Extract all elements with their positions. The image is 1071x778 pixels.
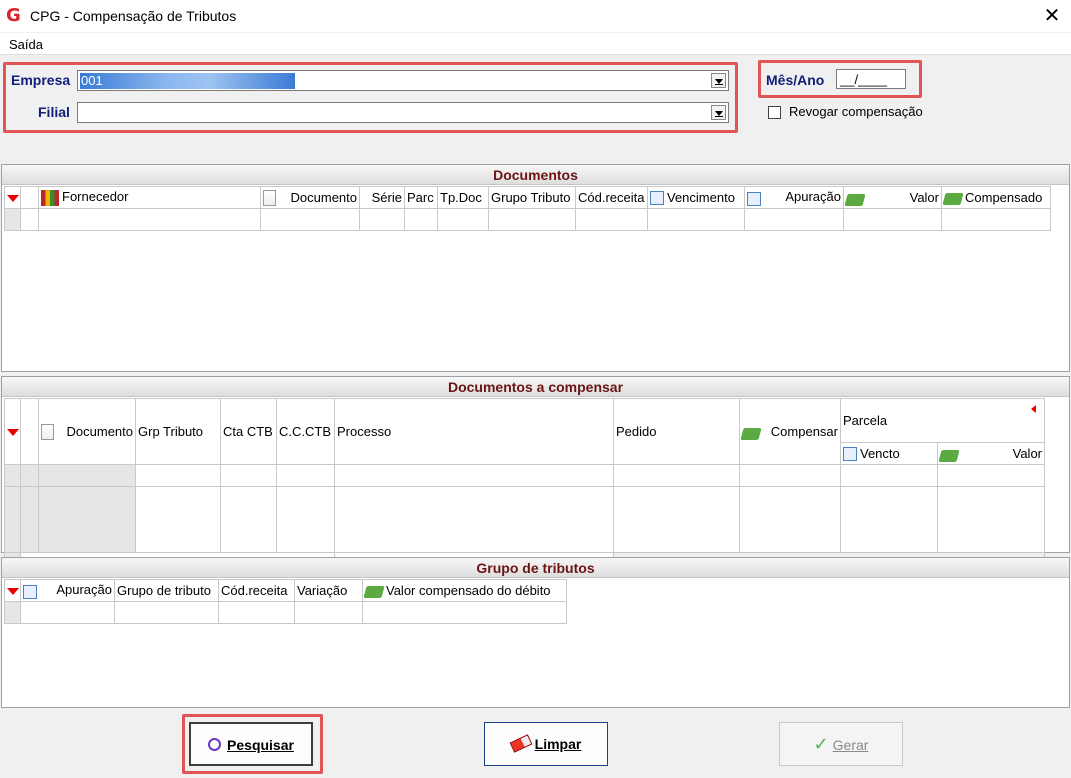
sort-triangle-icon[interactable] <box>4 579 21 602</box>
filial-label: Filial <box>38 104 70 120</box>
col-serie[interactable]: Série <box>359 186 405 209</box>
limpar-button[interactable]: Limpar <box>484 722 608 766</box>
grupo-panel: Grupo de tributos Apuração Grupo de trib… <box>1 557 1070 708</box>
money-icon <box>363 585 385 598</box>
col-tpdoc[interactable]: Tp.Doc <box>437 186 489 209</box>
grupo-grid: Apuração Grupo de tributo Cód.receita Va… <box>4 579 567 624</box>
col-apuracao[interactable]: Apuração <box>744 186 844 209</box>
col-processo[interactable]: Processo <box>334 398 614 465</box>
money-icon <box>844 193 866 206</box>
compensar-panel: Documentos a compensar Documento Grp Tri… <box>1 376 1070 575</box>
col-pedido[interactable]: Pedido <box>613 398 740 465</box>
col-grp-tributo[interactable]: Grp Tributo <box>135 398 221 465</box>
col-grupo-tributo[interactable]: Grupo Tributo <box>488 186 576 209</box>
empresa-select[interactable]: 001 <box>77 70 729 91</box>
chevron-down-icon[interactable] <box>711 73 726 88</box>
header-blank <box>20 398 39 465</box>
window-title: CPG - Compensação de Tributos <box>30 8 237 24</box>
col-cta-ctb[interactable]: Cta CTB <box>220 398 277 465</box>
calendar-icon <box>843 447 857 462</box>
menu-bar <box>0 33 1071 55</box>
col-compensado[interactable]: Compensado <box>941 186 1051 209</box>
sort-triangle-icon[interactable] <box>4 398 21 465</box>
col-vencto[interactable]: Vencto <box>840 442 938 465</box>
chevron-down-icon[interactable] <box>711 105 726 120</box>
col-cc-ctb[interactable]: C.C.CTB <box>276 398 335 465</box>
document-icon <box>263 189 276 206</box>
empresa-label: Empresa <box>11 72 71 88</box>
documentos-panel: Documentos Fornecedor Documento Série Pa… <box>1 164 1070 372</box>
mesano-input[interactable]: __/____ <box>836 69 906 89</box>
documentos-grid: Fornecedor Documento Série Parc Tp.Doc G… <box>4 186 1051 231</box>
col-valor-compensado[interactable]: Valor compensado do débito <box>362 579 567 602</box>
col-cod-receita[interactable]: Cód.receita <box>575 186 648 209</box>
app-logo-icon: G <box>6 5 21 26</box>
grupo-title: Grupo de tributos <box>2 558 1069 578</box>
triangle-left-icon[interactable] <box>1031 405 1037 413</box>
money-icon <box>942 192 964 205</box>
calendar-icon <box>23 585 37 599</box>
mesano-label: Mês/Ano <box>766 72 825 88</box>
col-grupo-tributo[interactable]: Grupo de tributo <box>114 579 219 602</box>
col-parc[interactable]: Parc <box>404 186 438 209</box>
menu-item-saida[interactable]: Saída <box>9 37 43 52</box>
revogar-checkbox[interactable] <box>768 106 781 119</box>
col-variacao[interactable]: Variação <box>294 579 363 602</box>
col-vencimento[interactable]: Vencimento <box>647 186 745 209</box>
table-row[interactable] <box>4 208 1051 231</box>
compensar-title: Documentos a compensar <box>2 377 1069 397</box>
table-row[interactable] <box>4 486 1046 553</box>
col-documento[interactable]: Documento <box>38 398 136 465</box>
filial-select[interactable] <box>77 102 729 123</box>
empresa-value: 001 <box>80 73 295 89</box>
compensar-grid: Documento Grp Tributo Cta CTB C.C.CTB Pr… <box>4 398 1046 575</box>
gerar-button[interactable]: ✓ Gerar <box>779 722 903 766</box>
col-cod-receita[interactable]: Cód.receita <box>218 579 295 602</box>
col-valor[interactable]: Valor <box>843 186 942 209</box>
table-row[interactable] <box>4 464 1046 487</box>
table-row[interactable] <box>4 601 567 624</box>
col-apuracao[interactable]: Apuração <box>20 579 115 602</box>
fornecedor-icon <box>41 189 59 206</box>
close-icon[interactable]: ✕ <box>1037 2 1067 30</box>
header-blank <box>20 186 39 209</box>
calendar-icon <box>747 192 761 206</box>
pesquisar-button[interactable]: Pesquisar <box>189 722 313 766</box>
col-compensar[interactable]: Compensar <box>739 398 841 465</box>
col-documento[interactable]: Documento <box>260 186 360 209</box>
sort-triangle-icon[interactable] <box>4 186 21 209</box>
documentos-title: Documentos <box>2 165 1069 185</box>
money-icon <box>740 427 762 440</box>
col-parcela[interactable]: Parcela <box>839 398 1046 443</box>
search-icon <box>208 738 222 751</box>
money-icon <box>938 449 960 462</box>
document-icon <box>41 423 54 440</box>
col-fornecedor[interactable]: Fornecedor <box>38 186 261 209</box>
check-icon: ✓ <box>813 734 829 754</box>
col-parcela-valor[interactable]: Valor <box>936 442 1046 465</box>
eraser-icon <box>509 734 533 753</box>
revogar-label: Revogar compensação <box>789 104 923 119</box>
calendar-icon <box>650 191 664 206</box>
